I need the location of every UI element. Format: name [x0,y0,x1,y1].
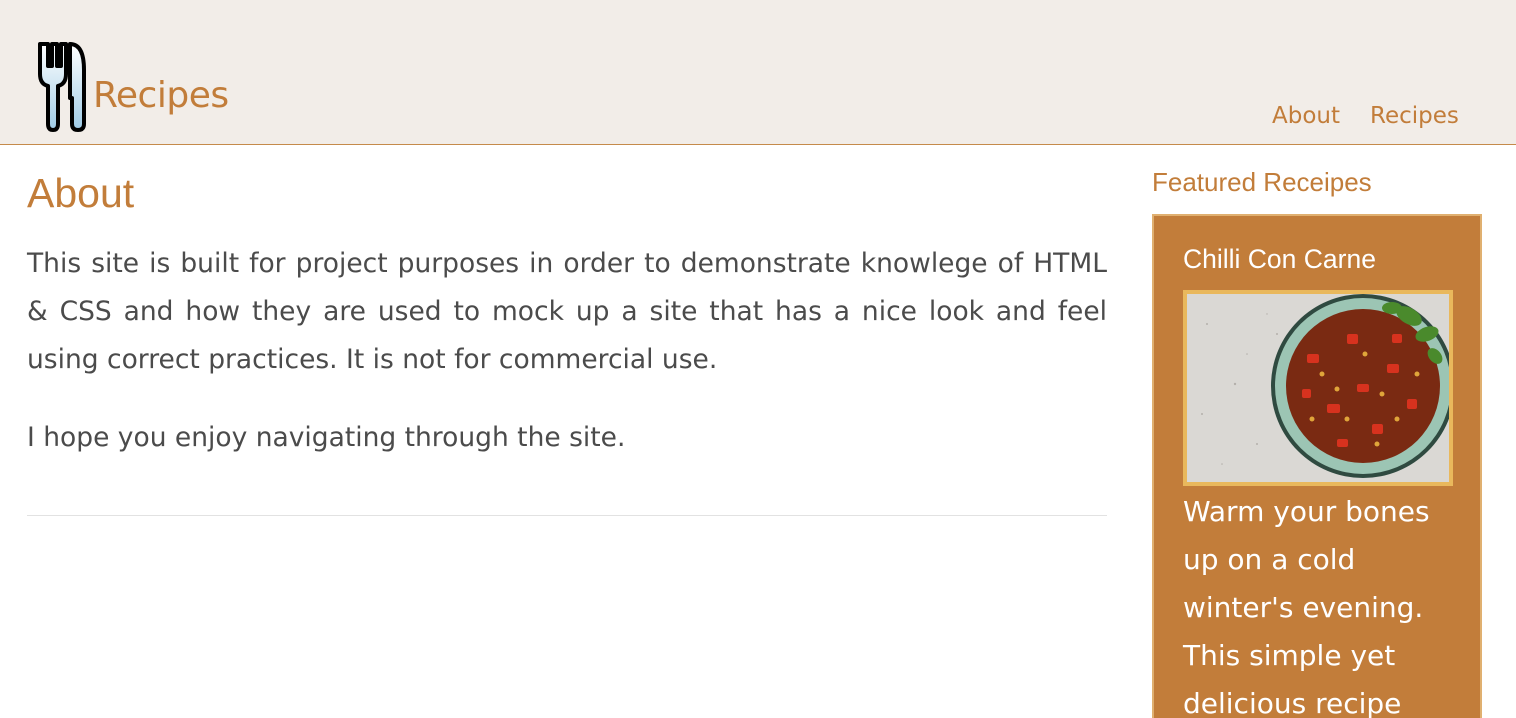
site-brand[interactable]: Recipes [93,75,229,116]
site-header: Recipes About Recipes [0,0,1516,145]
featured-recipes-heading: Featured Receipes [1152,167,1372,197]
main-content: About This site is built for project pur… [27,170,1107,462]
nav-link-recipes[interactable]: Recipes [1370,103,1459,129]
featured-recipe-card[interactable]: Chilli Con Carne Warm your bones up on a… [1152,214,1482,718]
page-title: About [27,170,135,216]
nav-link-about[interactable]: About [1272,103,1340,129]
about-paragraph: This site is built for project purposes … [27,248,1107,375]
recipe-description: Warm your bones up on a cold winter's ev… [1183,495,1430,718]
cutlery-icon[interactable] [36,40,86,132]
chilli-con-carne-photo[interactable] [1183,290,1453,486]
recipe-title[interactable]: Chilli Con Carne [1183,244,1376,275]
about-paragraph: I hope you enjoy navigating through the … [27,422,626,453]
content-divider [27,515,1107,516]
